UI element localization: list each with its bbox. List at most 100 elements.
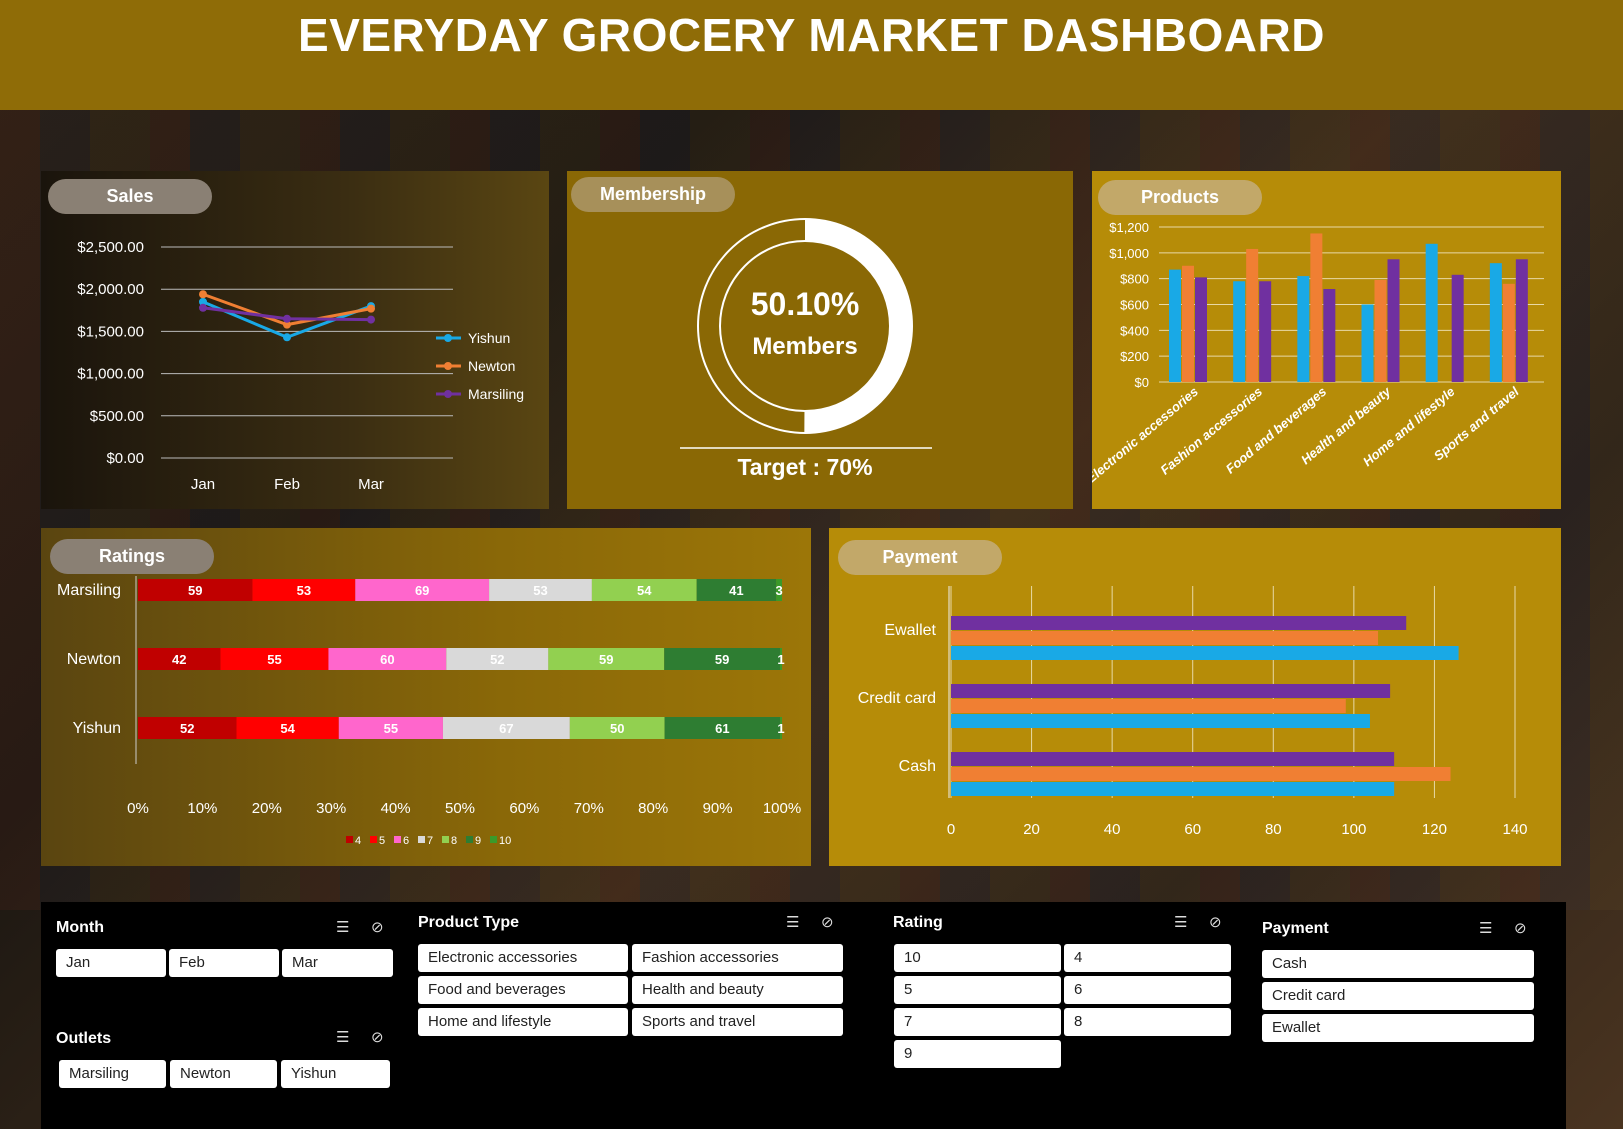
slicer-product-fashion[interactable]: Fashion accessories [632,944,843,972]
membership-sub: Members [752,333,858,360]
slicer-month-jan[interactable]: Jan [56,949,166,977]
data-point [367,315,375,324]
products-bar-chart: $0 $200 $400 $600 $800 $1,000 $1,200 Electronic… [1092,220,1544,486]
x-tick-label: 10% [187,800,217,817]
slicer-payment-ewallet[interactable]: Ewallet [1262,1014,1534,1042]
legend-swatch [466,836,473,843]
gauge-inner-ring [719,240,891,412]
y-tick-label: $1,000.00 [77,366,144,383]
slicer-rating-10[interactable]: 10 [894,944,1061,972]
multi-select-icon[interactable]: ☰ [336,1028,349,1046]
data-label: 59 [715,652,729,667]
page-title: EVERYDAY GROCERY MARKET DASHBOARD [298,9,1325,61]
slicer-month-mar[interactable]: Mar [282,949,393,977]
multi-select-icon[interactable]: ☰ [336,918,349,936]
data-label: 69 [415,583,429,598]
multi-select-icon[interactable]: ☰ [786,913,799,931]
data-label: 54 [637,583,652,598]
y-tick-label: $1,500.00 [77,323,144,340]
x-tick-label: 20 [1023,821,1040,838]
clear-filter-icon[interactable]: ⊘ [821,913,834,931]
slicer-outlet-newton[interactable]: Newton [170,1060,277,1088]
x-tick-label: 40% [381,800,411,817]
legend-label: 8 [451,835,457,847]
bar [951,782,1395,796]
slicer-rating-8[interactable]: 8 [1064,1008,1231,1036]
category-label: Yishun [73,720,121,737]
slicer-rating-5[interactable]: 5 [894,976,1061,1004]
membership-target: Target : 70% [737,454,873,480]
slicer-rating-9[interactable]: 9 [894,1040,1061,1068]
gauge-fill-arc [804,219,913,433]
slicer-rating-6[interactable]: 6 [1064,976,1231,1004]
category-label: Newton [67,651,121,668]
clear-filter-icon[interactable]: ⊘ [371,1028,384,1046]
data-point [367,304,375,313]
legend-marker [444,362,452,370]
slicer-product-sports[interactable]: Sports and travel [632,1008,843,1036]
legend-marker [444,334,452,342]
bar [951,752,1395,766]
clear-filter-icon[interactable]: ⊘ [1209,913,1222,931]
category-label: Ewallet [884,622,936,639]
bar [1297,276,1310,382]
slicer-rating-7[interactable]: 7 [894,1008,1061,1036]
clear-filter-icon[interactable]: ⊘ [371,918,384,936]
slicer-outlet-marsiling[interactable]: Marsiling [59,1060,166,1088]
multi-select-icon[interactable]: ☰ [1479,919,1492,937]
data-label: 53 [533,583,547,598]
data-point [283,333,291,342]
legend-swatch [394,836,401,843]
payment-bar-chart: 0 20 40 60 80 100 120 140 Ewallet Credit card Cash [858,586,1528,838]
data-point [199,303,207,312]
payment-slicer-title: Payment [1262,920,1329,937]
bar [1169,269,1181,382]
x-tick-label: 20% [252,800,282,817]
membership-value: 50.10% [750,286,860,322]
ratings-panel: Ratings Marsiling 59 53 69 53 54 41 3 Newton 42 55… [41,528,811,866]
legend-label: Newton [468,358,515,374]
slicer-payment-credit[interactable]: Credit card [1262,982,1534,1010]
data-label: 53 [297,583,311,598]
data-point [199,290,207,299]
data-label: 59 [599,652,613,667]
slicer-month-feb[interactable]: Feb [169,949,279,977]
bar [1451,274,1464,382]
x-tick-label: Jan [191,476,215,493]
data-label: 59 [188,583,202,598]
slicer-product-home[interactable]: Home and lifestyle [418,1008,628,1036]
slicer-product-health[interactable]: Health and beauty [632,976,843,1004]
data-label: 55 [267,652,281,667]
slicer-rating-4[interactable]: 4 [1064,944,1231,972]
bar [1515,259,1528,382]
bar [1182,265,1194,382]
data-label: 52 [180,721,194,736]
legend-swatch [418,836,425,843]
bar [1259,281,1272,382]
clear-filter-icon[interactable]: ⊘ [1514,919,1527,937]
multi-select-icon[interactable]: ☰ [1174,913,1187,931]
bar [1310,233,1323,382]
data-label: 41 [729,583,743,598]
bar [1323,289,1336,382]
y-tick-label: $600 [1120,298,1149,313]
legend-swatch [346,836,353,843]
x-tick-label: 40 [1104,821,1121,838]
bar [1233,281,1246,382]
bar [1195,277,1207,382]
legend-swatch [442,836,449,843]
x-tick-label: 80 [1265,821,1282,838]
legend-swatch [490,836,497,843]
legend-label: Yishun [468,330,510,346]
data-label: 52 [490,652,504,667]
y-tick-label: $1,000 [1109,246,1149,261]
slicer-payment-cash[interactable]: Cash [1262,950,1534,978]
slicer-area: Month ☰ ⊘ Jan Feb Mar Outlets ☰ ⊘ Marsil… [41,902,1566,1129]
slicer-product-electronic[interactable]: Electronic accessories [418,944,628,972]
x-tick-label: 0% [127,800,149,817]
x-tick-label: 70% [574,800,604,817]
y-tick-label: $800 [1120,272,1149,287]
slicer-outlet-yishun[interactable]: Yishun [281,1060,390,1088]
data-label: 60 [380,652,394,667]
slicer-product-food[interactable]: Food and beverages [418,976,628,1004]
